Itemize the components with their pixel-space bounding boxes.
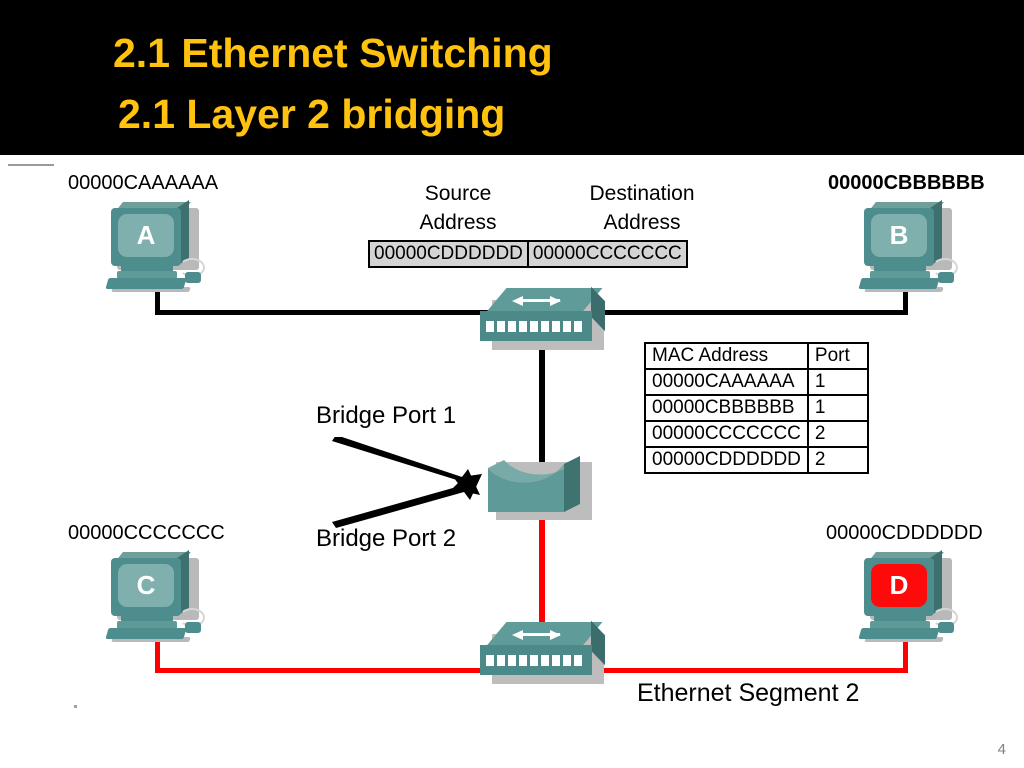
cell-port: 1 [806,368,869,396]
switch-port [519,655,527,666]
header-rule [8,164,54,166]
switch-port [574,655,582,666]
switch-port [541,655,549,666]
switch-arrow-right-icon [550,630,561,640]
host-b-mac-label: 00000CBBBBBB [828,172,985,194]
cell-port: 2 [806,420,869,448]
cable-segment-1-horizontal [155,310,530,315]
switch-arrow-right-icon [550,296,561,306]
frame-source-address: 00000CDDDDDD [374,243,523,264]
slide-title-line-2: 2.1 Layer 2 bridging [118,91,506,137]
switch-port [508,655,516,666]
switch-segment-2[interactable] [478,620,606,688]
host-d[interactable]: D [858,549,960,642]
keyboard-icon [105,628,187,639]
mouse-icon [938,272,954,283]
switch-port-row [486,321,582,332]
keyboard-icon [105,278,187,289]
switch-port [519,321,527,332]
ethernet-segment-2-label: Ethernet Segment 2 [637,679,860,707]
table-header-row: MAC Address Port [644,342,869,370]
host-d-letter: D [889,570,909,600]
slide-canvas: 2.1 Ethernet Switching 2.1 Layer 2 bridg… [0,0,1024,768]
switch-port [486,321,494,332]
frame-destination-address: 00000CCCCCCC [526,242,686,266]
bridge-device[interactable] [484,450,596,530]
cell-mac-address: 00000CDDDDDD [644,446,809,474]
switch-port [563,321,571,332]
table-row: 00000CDDDDDD 2 [644,446,869,474]
switch-port [497,655,505,666]
bridge-port-2-arrow-icon [332,474,482,528]
destination-address-heading: Destination Address [564,180,720,238]
switch-port [552,321,560,332]
switch-port [541,321,549,332]
host-d-mac-label: 00000CDDDDDD [826,522,983,544]
host-a-letter: A [136,220,156,250]
host-c[interactable]: C [105,549,207,642]
source-address-heading: Source Address [392,180,524,238]
cell-mac-address: 00000CBBBBBB [644,394,809,422]
switch-port [552,655,560,666]
ethernet-frame-box: 00000CDDDDDD 00000CCCCCCC [368,240,688,268]
source-address-heading-line-1: Source [424,182,492,205]
switch-port [508,321,516,332]
host-c-letter: C [136,570,156,600]
destination-address-heading-line-1: Destination [589,182,695,205]
switch-port [486,655,494,666]
cable-segment-2-right [560,668,908,673]
column-header-port: Port [806,342,869,370]
host-a-mac-label: 00000CAAAAAA [68,172,219,194]
cell-mac-address: 00000CAAAAAA [644,368,809,396]
bridge-port-1-label: Bridge Port 1 [316,402,457,429]
mouse-icon [938,622,954,633]
corner-marker [74,705,77,708]
switch-port [563,655,571,666]
mac-address-table: MAC Address Port 00000CAAAAAA 1 00000CBB… [644,342,869,474]
mouse-icon [185,622,201,633]
table-row: 00000CCCCCCC 2 [644,420,869,448]
cable-segment-1-right [560,310,908,315]
keyboard-icon [858,278,940,289]
host-c-mac-label: 00000CCCCCCC [68,522,225,544]
cell-mac-address: 00000CCCCCCC [644,420,809,448]
switch-port [530,655,538,666]
bridge-shape-icon [488,456,580,512]
switch-port [530,321,538,332]
table-row: 00000CBBBBBB 1 [644,394,869,422]
mouse-icon [185,272,201,283]
switch-port-row [486,655,582,666]
source-address-heading-line-2: Address [419,210,497,234]
column-header-mac-address: MAC Address [644,342,809,370]
bridge-port-2-label: Bridge Port 2 [316,525,457,552]
switch-port [497,321,505,332]
cell-port: 1 [806,394,869,422]
table-row: 00000CAAAAAA 1 [644,368,869,396]
destination-address-heading-line-2: Address [603,210,681,234]
keyboard-icon [858,628,940,639]
slide-title-line-1: 2.1 Ethernet Switching [113,30,553,76]
switch-port [574,321,582,332]
slide-number: 4 [997,741,1006,758]
cell-port: 2 [806,446,869,474]
switch-segment-1[interactable] [478,286,606,354]
host-a[interactable]: A [105,199,207,292]
host-b[interactable]: B [858,199,960,292]
host-b-letter: B [889,220,909,250]
